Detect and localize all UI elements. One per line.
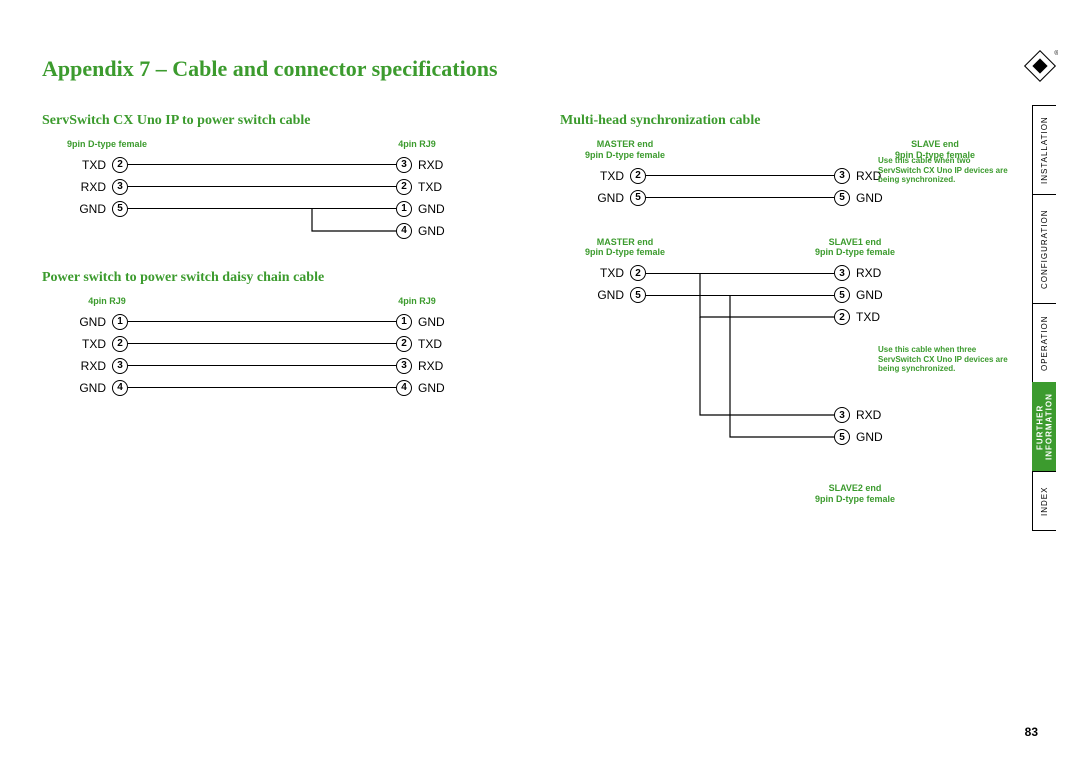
pin-label: TXD [42, 158, 112, 172]
page-title: Appendix 7 – Cable and connector specifi… [42, 56, 498, 82]
pin-circle: 5 [112, 201, 128, 217]
pin-label: RXD [850, 266, 920, 280]
tab-installation[interactable]: INSTALLATION [1032, 105, 1056, 195]
cable1-left-header: 9pin D-type female [42, 139, 172, 150]
brand-logo-icon: ® [1022, 48, 1058, 84]
pin-label: GND [412, 224, 482, 238]
pin-label: RXD [42, 359, 112, 373]
pin-circle: 3 [834, 407, 850, 423]
pin-circle: 5 [834, 190, 850, 206]
pin-label: RXD [850, 408, 920, 422]
pin-circle: 3 [834, 168, 850, 184]
cable1-section: ServSwitch CX Uno IP to power switch cab… [42, 113, 482, 242]
pin-label: TXD [850, 310, 920, 324]
pin-circle: 1 [396, 314, 412, 330]
pin-label: GND [560, 191, 630, 205]
pin-circle: 3 [834, 265, 850, 281]
wire [128, 164, 396, 165]
pin-label: RXD [42, 180, 112, 194]
cable3-b2-note: Use this cable when three ServSwitch CX … [878, 345, 1008, 374]
cable3-b2-diagram: TXD 2 3 RXD GND 5 5 GND 2 TXD 3 RXD [560, 262, 920, 448]
pin-circle: 4 [396, 380, 412, 396]
pin-label: TXD [560, 169, 630, 183]
page-number: 83 [1025, 725, 1038, 739]
pin-circle: 3 [396, 358, 412, 374]
pin-label: GND [412, 315, 482, 329]
pin-label: GND [42, 381, 112, 395]
tab-index[interactable]: INDEX [1032, 471, 1056, 531]
cable3-title: Multi-head synchronization cable [560, 113, 1000, 129]
cable2-right-header: 4pin RJ9 [352, 296, 482, 307]
cable2-title: Power switch to power switch daisy chain… [42, 270, 482, 286]
pin-circle: 1 [396, 201, 412, 217]
pin-label: TXD [42, 337, 112, 351]
cable1-right-header: 4pin RJ9 [352, 139, 482, 150]
pin-circle: 5 [630, 190, 646, 206]
cable3-section: Multi-head synchronization cable MASTER … [560, 113, 1000, 448]
pin-label: TXD [560, 266, 630, 280]
pin-circle: 4 [396, 223, 412, 239]
pin-circle: 2 [112, 336, 128, 352]
pin-circle: 5 [630, 287, 646, 303]
pin-circle: 3 [112, 358, 128, 374]
cable1-title: ServSwitch CX Uno IP to power switch cab… [42, 113, 482, 129]
pin-circle: 4 [112, 380, 128, 396]
pin-circle: 2 [112, 157, 128, 173]
pin-label: GND [850, 430, 920, 444]
pin-label: GND [850, 288, 920, 302]
pin-label: GND [850, 191, 920, 205]
pin-circle: 2 [630, 265, 646, 281]
side-tabs: INSTALLATION CONFIGURATION OPERATION FUR… [1032, 105, 1066, 530]
pin-circle: 5 [834, 429, 850, 445]
cable2-section: Power switch to power switch daisy chain… [42, 270, 482, 399]
pin-label: GND [412, 202, 482, 216]
pin-label: RXD [412, 158, 482, 172]
cable2-left-header: 4pin RJ9 [42, 296, 172, 307]
cable3-b1-left-header: MASTER end 9pin D-type female [560, 139, 690, 161]
tab-further-information[interactable]: FURTHER INFORMATION [1032, 382, 1056, 472]
tab-configuration[interactable]: CONFIGURATION [1032, 194, 1056, 304]
cable1-diagram: TXD 2 3 RXD RXD 3 2 TXD GND 5 1 GND 4 GN… [42, 154, 482, 242]
pin-label: TXD [412, 337, 482, 351]
pin-label: GND [42, 315, 112, 329]
pin-circle: 2 [630, 168, 646, 184]
pin-circle: 2 [396, 179, 412, 195]
pin-label: GND [560, 288, 630, 302]
pin-circle: 1 [112, 314, 128, 330]
tab-operation[interactable]: OPERATION [1032, 303, 1056, 383]
pin-circle: 3 [112, 179, 128, 195]
cable3-b1-diagram: TXD 2 3 RXD GND 5 5 GND [560, 165, 920, 209]
pin-label: RXD [412, 359, 482, 373]
cable3-b1-note: Use this cable when two ServSwitch CX Un… [878, 156, 1008, 185]
cable3-b2-right-header1: SLAVE1 end 9pin D-type female [790, 237, 920, 259]
pin-circle: 2 [834, 309, 850, 325]
cable3-b2-left-header: MASTER end 9pin D-type female [560, 237, 690, 259]
pin-label: GND [412, 381, 482, 395]
pin-label: TXD [412, 180, 482, 194]
cable2-diagram: GND 1 1 GND TXD 2 2 TXD RXD 3 3 RXD GND … [42, 311, 482, 399]
pin-circle: 5 [834, 287, 850, 303]
svg-text:®: ® [1054, 49, 1058, 57]
cable3-b2-right-header2: SLAVE2 end 9pin D-type female [790, 483, 920, 505]
pin-circle: 2 [396, 336, 412, 352]
pin-label: GND [42, 202, 112, 216]
pin-circle: 3 [396, 157, 412, 173]
